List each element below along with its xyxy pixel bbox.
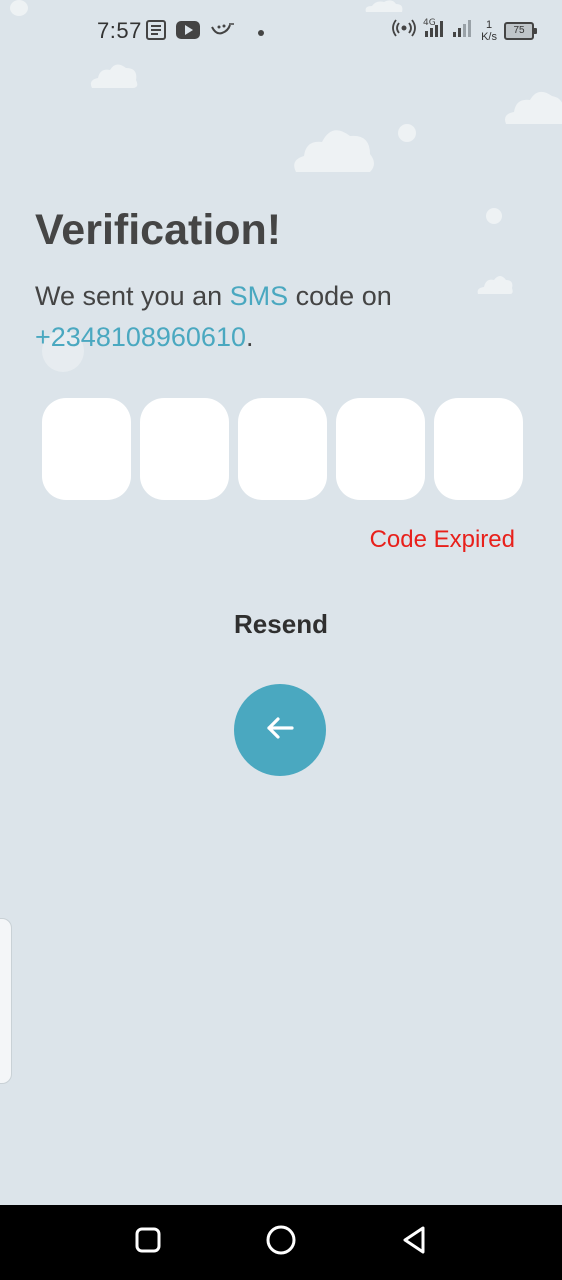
- app-notification-icon: [210, 21, 234, 44]
- page-title: Verification!: [35, 206, 282, 254]
- svg-text:4G: 4G: [423, 18, 436, 28]
- notification-icons: [146, 20, 264, 45]
- subtitle-sms: SMS: [229, 281, 289, 311]
- system-back-button[interactable]: [374, 1205, 454, 1280]
- code-digit-input[interactable]: [336, 398, 425, 500]
- battery-icon: 75: [504, 21, 537, 40]
- notes-icon: [146, 20, 166, 45]
- youtube-icon: [176, 21, 200, 44]
- back-button[interactable]: [234, 684, 326, 776]
- home-circle-icon: [265, 1224, 297, 1261]
- cloud-decoration: [294, 130, 374, 172]
- dot-decoration: [398, 124, 416, 142]
- more-notifications-dot: [258, 29, 264, 36]
- signal-icon: [452, 18, 474, 43]
- phone-suffix: .: [245, 322, 254, 352]
- resend-button[interactable]: Resend: [0, 609, 562, 640]
- status-bar: 7:57 4G 1 K/s 75: [0, 0, 562, 62]
- subtitle-prefix: We sent you an: [35, 281, 230, 311]
- code-digit-input[interactable]: [238, 398, 327, 500]
- cloud-decoration: [505, 91, 562, 124]
- code-digit-input[interactable]: [140, 398, 229, 500]
- cloud-decoration: [365, 0, 403, 13]
- network-speed: 1 K/s: [481, 19, 497, 43]
- dot-decoration: [10, 0, 28, 16]
- code-digit-input[interactable]: [434, 398, 523, 500]
- back-triangle-icon: [399, 1224, 429, 1261]
- network-speed-unit: K/s: [481, 30, 497, 43]
- battery-level: 75: [513, 24, 525, 36]
- recents-button[interactable]: [108, 1205, 188, 1280]
- subtitle-middle: code on: [288, 281, 392, 311]
- code-input-row: [42, 398, 523, 500]
- navigation-bar: [0, 1205, 562, 1280]
- edge-panel-handle[interactable]: [0, 918, 12, 1084]
- home-button[interactable]: [241, 1205, 321, 1280]
- signal-4g-icon: 4G: [423, 17, 445, 44]
- arrow-left-icon: [265, 716, 295, 745]
- dot-decoration: [486, 208, 502, 224]
- code-expired-message: Code Expired: [369, 526, 515, 553]
- system-icons: 4G 1 K/s 75: [392, 17, 537, 44]
- phone-number: +2348108960610: [35, 322, 246, 352]
- network-speed-value: 1: [485, 18, 493, 31]
- verification-subtitle: We sent you an SMS code on +234810896061…: [35, 276, 515, 358]
- hotspot-icon: [392, 19, 416, 42]
- recents-square-icon: [134, 1226, 162, 1259]
- code-digit-input[interactable]: [42, 398, 131, 500]
- status-time: 7:57: [97, 18, 142, 43]
- cloud-decoration: [90, 64, 138, 88]
